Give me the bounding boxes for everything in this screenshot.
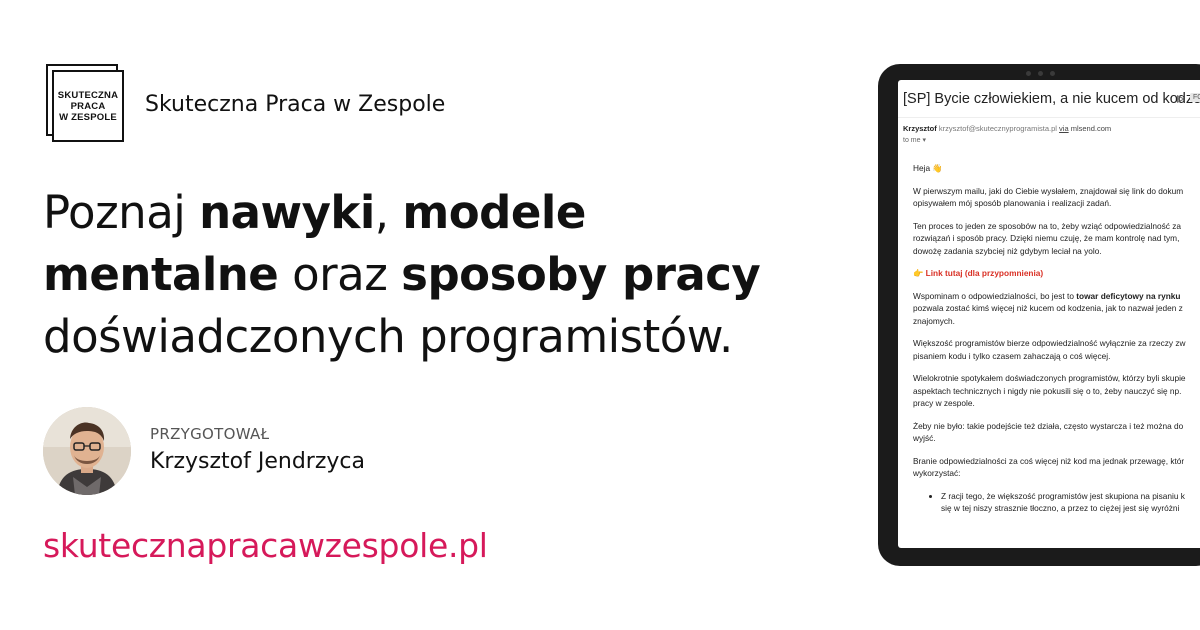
logo-line: PRACA <box>70 100 106 112</box>
email-bullet: Z racji tego, że większość programistów … <box>941 490 1200 515</box>
bold-segment: towar deficytowy na rynku <box>1076 290 1181 301</box>
author-avatar <box>43 407 131 495</box>
headline: Poznaj nawyki, modele mentalne oraz spos… <box>43 182 843 368</box>
email-paragraph: Branie odpowiedzialności za coś więcej n… <box>913 455 1185 479</box>
headline-text: Poznaj <box>43 186 200 239</box>
website-link[interactable]: skutecznapracawzespole.pl <box>43 526 488 565</box>
headline-bold: mentalne <box>43 248 279 301</box>
brand-logo: SKUTECZNA PRACA W ZESPOLE <box>46 64 124 142</box>
email-paragraph: Wspominam o odpowiedzialności, bo jest t… <box>913 290 1200 328</box>
author-name: Krzysztof Jendrzyca <box>150 449 365 474</box>
email-body: Heja 👋 W pierwszym mailu, jaki do Ciebie… <box>913 162 1200 515</box>
logo-line: W ZESPOLE <box>59 111 117 123</box>
email-paragraph: Większość programistów bierze odpowiedzi… <box>913 338 1186 361</box>
email-screen: [SP] Bycie człowiekiem, a nie kucem od k… <box>898 80 1200 548</box>
brand-name: Skuteczna Praca w Zespole <box>145 92 446 117</box>
via-domain: mlsend.com <box>1070 124 1112 133</box>
headline-text: , <box>374 186 403 239</box>
headline-line-3: doświadczonych programistów. <box>43 306 843 368</box>
email-bullet-list: Z racji tego, że większość programistów … <box>913 490 1200 515</box>
recipient-dropdown[interactable]: to me ▾ <box>903 136 926 144</box>
headline-line-1: Poznaj nawyki, modele <box>43 182 843 244</box>
text-segment: pozwala zostać kimś więcej niż kucem od … <box>913 303 1183 326</box>
author-label: PRZYGOTOWAŁ <box>150 425 270 443</box>
headline-bold: nawyki <box>199 186 375 239</box>
email-paragraph: Żeby nie było: takie podejście też dział… <box>913 420 1184 444</box>
headline-bold: sposoby pracy <box>401 248 761 301</box>
via-label: via <box>1059 124 1069 133</box>
email-link[interactable]: 👉 Link tutaj (dla przypomnienia) <box>913 267 1200 280</box>
sender-name: Krzysztof <box>903 124 937 133</box>
camera-dot <box>1050 71 1055 76</box>
logo-line: SKUTECZNA <box>57 89 119 101</box>
label-arrow-icon[interactable]: ᐅ <box>1176 93 1184 106</box>
divider <box>898 117 1200 118</box>
sender-address: krzysztof@skutecznyprogramista.pl <box>938 124 1057 133</box>
email-sender: Krzysztof krzysztof@skutecznyprogramista… <box>903 124 1111 133</box>
camera-dot <box>1038 71 1043 76</box>
headline-line-2: mentalne oraz sposoby pracy <box>43 244 843 306</box>
email-paragraph: W pierwszym mailu, jaki do Ciebie wysłał… <box>913 185 1184 209</box>
email-paragraph: Wielokrotnie spotykałem doświadczonych p… <box>913 373 1186 408</box>
headline-bold: modele <box>402 186 586 239</box>
headline-text: doświadczonych programistów. <box>43 310 733 363</box>
text-segment: Wspominam o odpowiedzialności, bo jest t… <box>913 290 1077 301</box>
camera-dot <box>1026 71 1031 76</box>
logo-text: SKUTECZNA PRACA W ZESPOLE <box>52 70 124 142</box>
email-subject: [SP] Bycie człowiekiem, a nie kucem od k… <box>903 91 1200 107</box>
folder-badge[interactable]: FO <box>1190 93 1200 102</box>
email-greeting: Heja 👋 <box>913 163 943 173</box>
email-paragraph: Ten proces to jeden ze sposobów na to, ż… <box>913 220 1181 256</box>
headline-text: oraz <box>278 248 402 301</box>
